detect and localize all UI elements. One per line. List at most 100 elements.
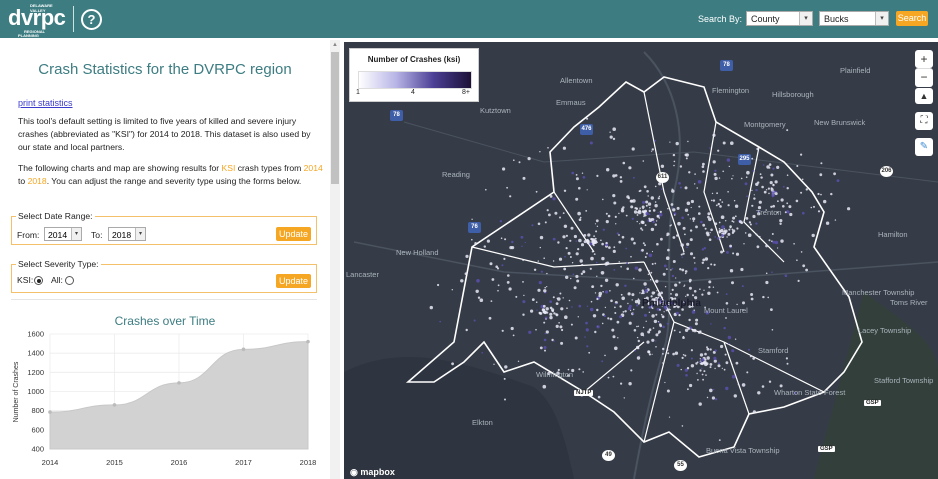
crash-dot bbox=[707, 212, 711, 216]
crash-dot bbox=[702, 162, 705, 166]
mapbox-attribution[interactable]: ◉ mapbox bbox=[350, 467, 395, 478]
crash-dot bbox=[701, 362, 703, 364]
crash-dot bbox=[584, 336, 586, 338]
crash-dot bbox=[619, 315, 623, 319]
crash-dot bbox=[749, 223, 752, 226]
crash-dot bbox=[630, 309, 632, 312]
crash-dot bbox=[680, 243, 684, 247]
data-point[interactable] bbox=[241, 347, 246, 352]
search-button[interactable]: Search bbox=[896, 11, 928, 26]
crash-dot bbox=[731, 281, 734, 285]
crash-dot bbox=[535, 301, 538, 304]
crash-map[interactable]: Allentown Emmaus Kutztown Reading New Ho… bbox=[344, 42, 938, 479]
crash-dot bbox=[701, 367, 703, 369]
crash-dot bbox=[673, 164, 675, 167]
crash-dot bbox=[740, 177, 743, 180]
zoom-in-button[interactable]: + bbox=[915, 50, 933, 68]
crash-dot bbox=[646, 252, 648, 255]
scrollbar-thumb[interactable] bbox=[331, 52, 339, 184]
legend-tick: 1 bbox=[356, 89, 360, 96]
dvrpc-logo[interactable]: DELAWARE VALLEY dvrpc REGIONAL PLANNING … bbox=[8, 3, 66, 43]
draw-tool-icon[interactable]: ✎ bbox=[915, 138, 933, 156]
crash-dot bbox=[679, 165, 683, 168]
chevron-down-icon: ▾ bbox=[71, 228, 81, 240]
crash-dot bbox=[797, 279, 800, 282]
map-canvas[interactable] bbox=[344, 42, 938, 479]
crash-dot bbox=[544, 332, 547, 335]
x-tick-label: 2014 bbox=[42, 458, 59, 467]
crash-dot bbox=[691, 329, 694, 332]
data-point[interactable] bbox=[48, 410, 52, 414]
crash-dot bbox=[698, 212, 701, 215]
crash-dot bbox=[771, 329, 774, 331]
crash-dot bbox=[782, 185, 785, 188]
crash-dot bbox=[570, 277, 572, 280]
crash-dot bbox=[633, 176, 635, 179]
crash-dot bbox=[741, 285, 744, 288]
crash-dot bbox=[460, 279, 464, 283]
update-severity-button[interactable]: Update bbox=[276, 274, 311, 288]
from-year-select[interactable]: 2014 ▾ bbox=[44, 227, 82, 241]
crash-dot bbox=[651, 353, 653, 355]
crash-dot bbox=[820, 193, 822, 196]
crash-dot bbox=[704, 227, 707, 230]
sidebar-scrollbar[interactable]: ▲ bbox=[330, 40, 340, 479]
crash-dot bbox=[690, 349, 693, 352]
crash-dot bbox=[496, 267, 500, 270]
crash-dot bbox=[681, 356, 684, 359]
crash-dot bbox=[643, 282, 647, 286]
crash-dot bbox=[732, 252, 735, 255]
crash-dot bbox=[549, 300, 552, 304]
crash-dot bbox=[676, 206, 680, 210]
crash-dot bbox=[510, 326, 514, 331]
crash-dot bbox=[614, 346, 618, 351]
crash-dot bbox=[539, 246, 541, 249]
crash-dot bbox=[489, 262, 493, 266]
search-value-select[interactable]: Bucks ▾ bbox=[819, 11, 889, 26]
crash-dot bbox=[696, 372, 698, 375]
crash-dot bbox=[652, 209, 656, 212]
crash-dot bbox=[546, 286, 548, 288]
crash-dot bbox=[619, 176, 623, 179]
crash-dot bbox=[654, 223, 657, 226]
fullscreen-icon[interactable]: ⛶ bbox=[915, 112, 933, 130]
crash-dot bbox=[786, 174, 789, 176]
print-statistics-link[interactable]: print statistics bbox=[18, 98, 73, 108]
crash-dot bbox=[600, 284, 603, 288]
crash-dot bbox=[710, 263, 713, 266]
crash-dot bbox=[633, 241, 636, 245]
help-button[interactable]: ? bbox=[81, 9, 102, 30]
crash-dot bbox=[515, 295, 518, 298]
crash-dot bbox=[800, 191, 803, 194]
all-radio[interactable] bbox=[65, 276, 74, 285]
crash-dot bbox=[560, 307, 564, 311]
crash-dot bbox=[713, 172, 717, 176]
crash-dot bbox=[627, 292, 631, 296]
crash-dot bbox=[537, 222, 541, 226]
crash-dot bbox=[670, 203, 674, 206]
to-year-select[interactable]: 2018 ▾ bbox=[108, 227, 146, 241]
place-label: Trenton bbox=[756, 208, 782, 217]
crash-dot bbox=[689, 218, 691, 220]
crash-dot bbox=[682, 335, 685, 338]
crash-dot bbox=[738, 220, 742, 224]
crash-dot bbox=[582, 371, 584, 373]
crash-dot bbox=[740, 267, 744, 272]
crash-dot bbox=[727, 191, 729, 193]
zoom-out-button[interactable]: − bbox=[915, 68, 933, 87]
crash-dot bbox=[591, 250, 594, 253]
crash-dot bbox=[701, 358, 705, 362]
data-point[interactable] bbox=[306, 339, 310, 344]
data-point[interactable] bbox=[177, 381, 181, 385]
crash-dot bbox=[501, 264, 504, 267]
scroll-up-icon[interactable]: ▲ bbox=[332, 42, 338, 48]
compass-icon[interactable]: ▲ bbox=[915, 88, 933, 104]
crash-dot bbox=[670, 269, 672, 271]
crash-dot bbox=[755, 233, 758, 236]
ksi-radio[interactable] bbox=[34, 276, 43, 285]
crash-dot bbox=[604, 354, 606, 357]
data-point[interactable] bbox=[112, 403, 117, 407]
crash-dot bbox=[693, 256, 696, 259]
update-date-button[interactable]: Update bbox=[276, 227, 311, 241]
search-type-select[interactable]: County ▾ bbox=[746, 11, 813, 26]
